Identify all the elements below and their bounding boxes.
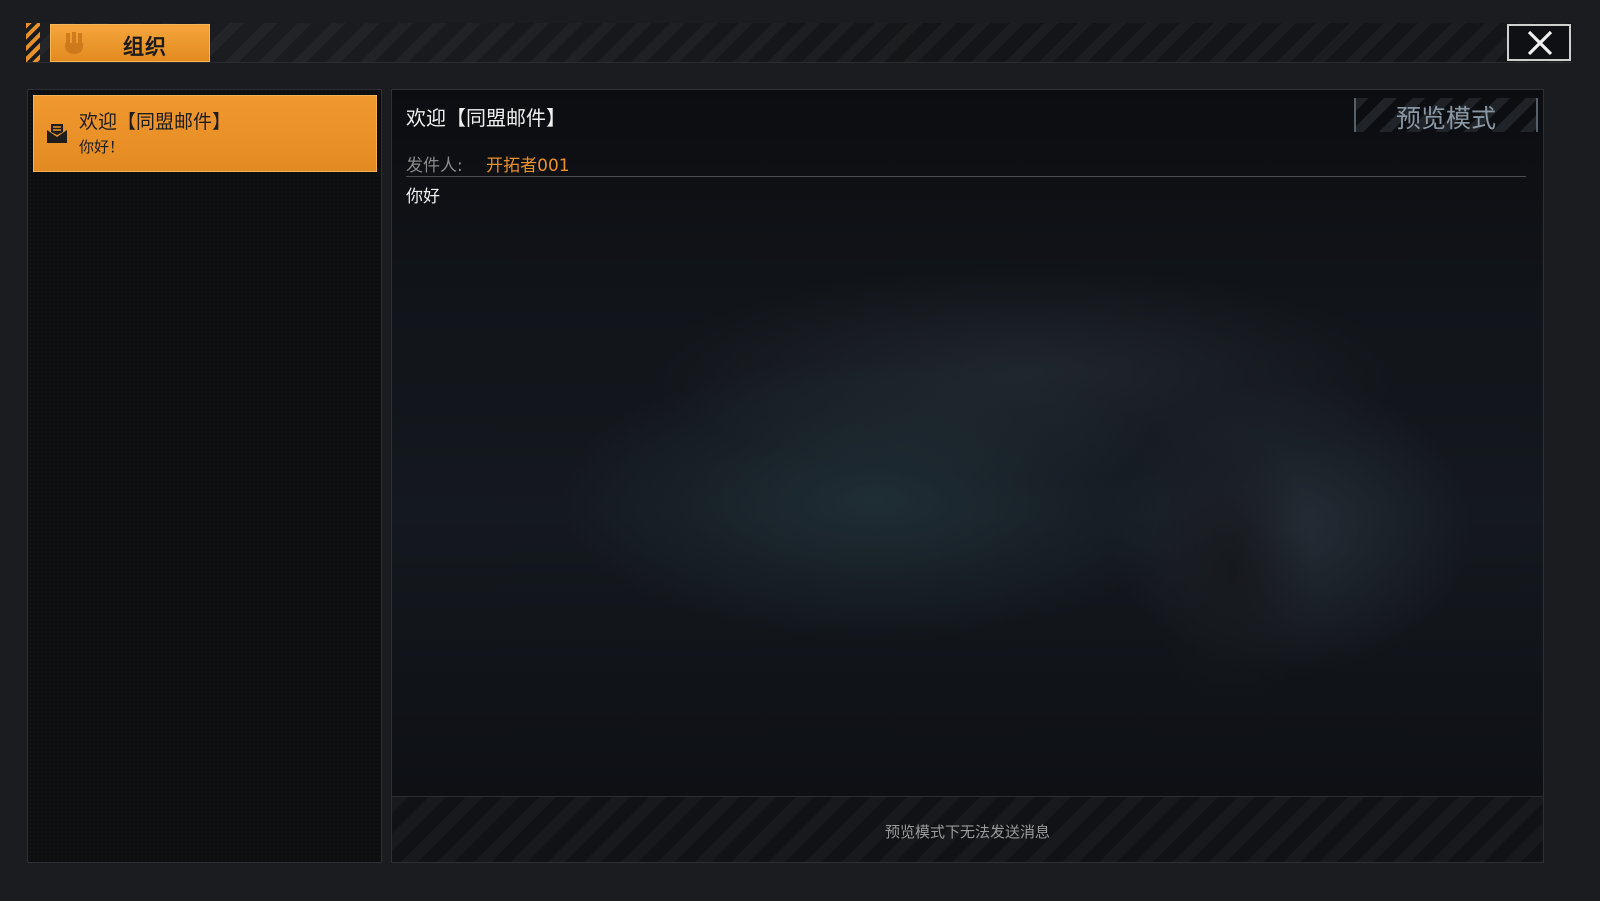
header-accent-stripe — [26, 23, 40, 62]
close-icon — [1527, 31, 1553, 55]
organization-icon — [63, 31, 85, 55]
tab-organization[interactable]: 组织 — [50, 24, 210, 62]
tab-label: 组织 — [123, 35, 167, 59]
footer-notice: 预览模式下无法发送消息 — [884, 823, 1050, 841]
preview-mode-badge: 预览模式 — [1354, 98, 1538, 133]
sender-label: 发件人: — [406, 156, 463, 176]
mail-list-item[interactable]: 欢迎【同盟邮件】 你好！ — [33, 95, 377, 172]
sender-name[interactable]: 开拓者001 — [486, 156, 569, 176]
mail-detail-panel: 欢迎【同盟邮件】 预览模式 发件人: 开拓者001 你好 预览模式下无法发送消息 — [391, 89, 1544, 863]
divider — [406, 176, 1526, 177]
mail-body: 你好 — [406, 187, 440, 207]
envelope-icon — [46, 122, 68, 148]
mail-subject: 欢迎【同盟邮件】 — [406, 106, 566, 130]
preview-mode-label: 预览模式 — [1396, 104, 1497, 133]
sender-row: 发件人: 开拓者001 — [406, 151, 570, 176]
mail-item-preview: 你好！ — [79, 138, 125, 156]
background-figure — [1112, 340, 1352, 760]
message-input-bar: 预览模式下无法发送消息 — [392, 796, 1543, 862]
close-button[interactable] — [1507, 24, 1571, 61]
mail-item-title: 欢迎【同盟邮件】 — [79, 111, 232, 133]
top-bar — [26, 23, 1572, 63]
background-artwork — [392, 90, 1543, 796]
mail-list-panel — [27, 89, 382, 863]
